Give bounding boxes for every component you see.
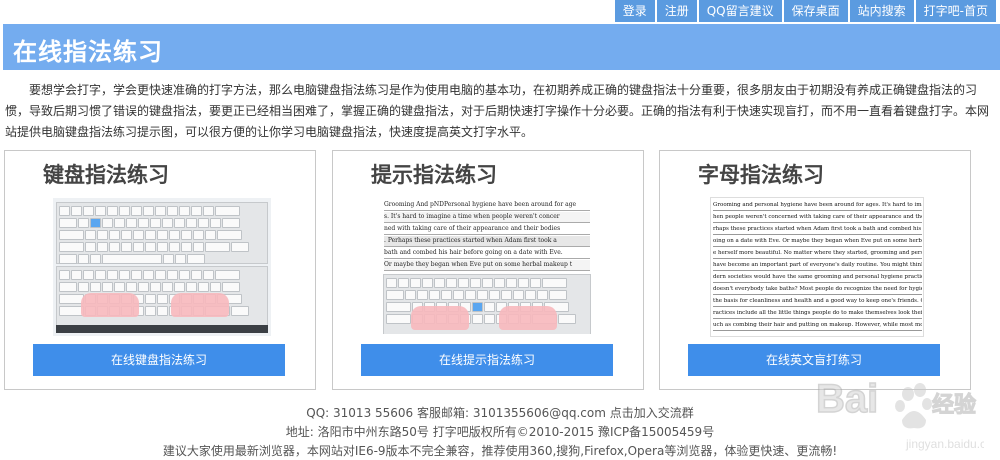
english-text-line: rhaps these practices started when Adam … [713, 224, 922, 235]
footer-contact[interactable]: QQ: 31013 55606 客服邮箱: 3101355606@qq.com … [0, 404, 1000, 423]
english-text-line: the basis for cleanliness and health and… [713, 296, 922, 307]
nav-site-search-link[interactable]: 站内搜索 [849, 0, 914, 22]
nav-register-link[interactable]: 注册 [656, 0, 697, 22]
english-text-line: oing on a date with Eve. Or maybe they b… [713, 236, 922, 247]
prompt-text-line: Grooming And pNDPersonal hygiene have be… [384, 200, 590, 211]
letter-practice-thumbnail[interactable]: Grooming and personal hygiene have been … [710, 197, 924, 337]
card-keyboard-practice: 键盘指法练习 在线键盘指法练习 [4, 150, 316, 390]
prompt-practice-button[interactable]: 在线提示指法练习 [361, 344, 613, 376]
page-title: 在线指法练习 [13, 38, 163, 66]
right-hand-illustration [171, 293, 229, 317]
english-text-line: e herself more beautiful. No matter wher… [713, 248, 922, 259]
card-title-prompt: 提示指法练习 [371, 163, 497, 187]
right-hand-illustration [499, 306, 557, 330]
keyboard-image-upper [56, 202, 268, 264]
nav-qq-feedback-link[interactable]: QQ留言建议 [698, 0, 782, 22]
prompt-text-line: s. It's hard to imagine a time when peop… [384, 212, 590, 223]
prompt-practice-thumbnail[interactable]: Grooming And pNDPersonal hygiene have be… [381, 198, 593, 334]
nav-login-link[interactable]: 登录 [614, 0, 655, 22]
intro-paragraph: 要想学会打字，学会更快速准确的打字方法，那么电脑键盘指法练习是作为使用电脑的基本… [5, 83, 990, 139]
prompt-text-line: bath and combed his hair before going on… [384, 248, 590, 259]
english-text-line: Grooming and personal hygiene have been … [713, 200, 922, 211]
english-text-line: doesn't everybody take baths? Most peopl… [713, 284, 922, 295]
card-prompt-practice: 提示指法练习 Grooming And pNDPersonal hygiene … [332, 150, 644, 390]
footer-browser-note: 建议大家使用最新浏览器，本网站对IE6-9版本不完全兼容，推荐使用360,搜狗,… [162, 444, 838, 458]
practice-status-bar [56, 325, 268, 333]
keyboard-practice-thumbnail[interactable] [53, 198, 271, 336]
english-text-line: ractices include all the little things p… [713, 308, 922, 319]
left-hand-illustration [411, 306, 469, 330]
card-letter-practice: 字母指法练习 Grooming and personal hygiene hav… [659, 150, 971, 390]
letter-practice-button[interactable]: 在线英文盲打练习 [688, 344, 940, 376]
prompt-text-line: Or maybe they began when Eve put on some… [384, 260, 590, 271]
top-navigation: 登录 注册 QQ留言建议 保存桌面 站内搜索 打字吧-首页 [614, 0, 996, 22]
keyboard-practice-button[interactable]: 在线键盘指法练习 [33, 344, 285, 376]
nav-save-desktop-link[interactable]: 保存桌面 [783, 0, 848, 22]
prompt-text-line: . Perhaps these practices started when A… [384, 236, 590, 247]
english-text-line: hen people weren't concerned with taking… [713, 212, 922, 223]
card-title-keyboard: 键盘指法练习 [43, 163, 169, 187]
footer-address: 地址: 洛阳市中州东路50号 打字吧版权所有©2010-2015 豫ICP备15… [285, 425, 715, 439]
nav-home-link[interactable]: 打字吧-首页 [915, 0, 996, 22]
prompt-text-line: ned with taking care of their appearance… [384, 224, 590, 235]
left-hand-illustration [81, 293, 139, 317]
english-text-line: uch as combing their hair and putting on… [713, 320, 922, 331]
page-footer: QQ: 31013 55606 客服邮箱: 3101355606@qq.com … [0, 404, 1000, 460]
page-banner: 在线指法练习 [3, 24, 1000, 70]
english-text-line: dern societies would have the same groom… [713, 272, 922, 283]
english-text-line: have become an important part of everyon… [713, 260, 922, 271]
card-title-letter: 字母指法练习 [698, 163, 824, 187]
